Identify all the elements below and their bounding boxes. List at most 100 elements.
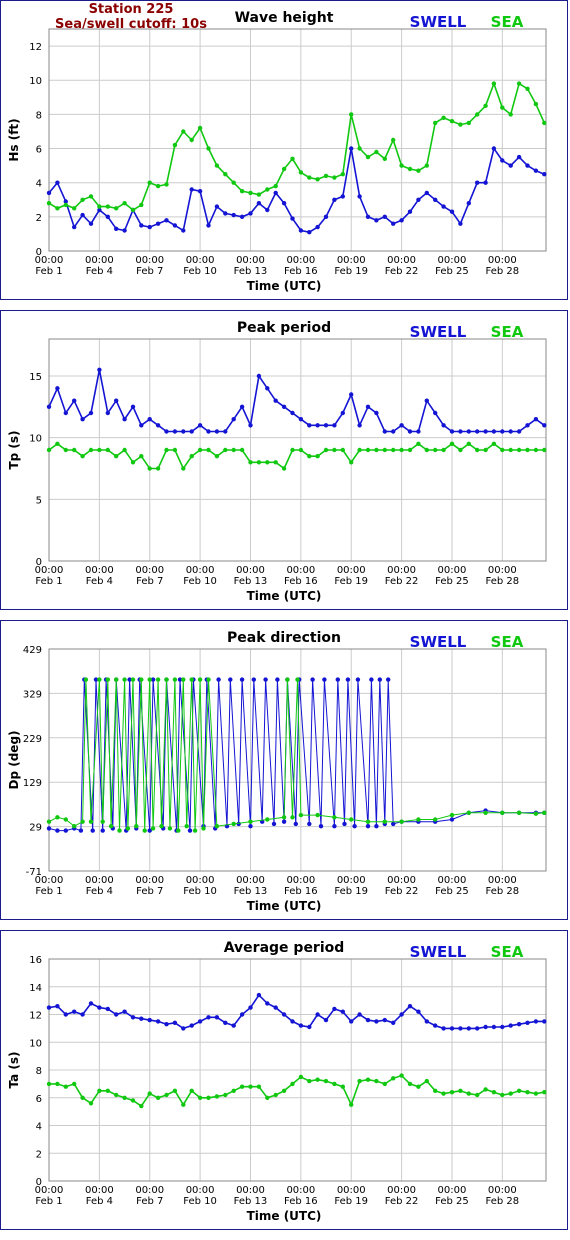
data-point-sea xyxy=(223,447,228,453)
data-point-sea xyxy=(491,1090,497,1095)
data-point-sea xyxy=(105,447,111,453)
data-point-swell xyxy=(449,209,455,214)
data-point-sea xyxy=(525,1090,530,1095)
data-point-swell xyxy=(433,410,438,416)
data-point-swell xyxy=(105,1006,111,1012)
data-point-sea xyxy=(433,447,438,453)
data-point-swell xyxy=(349,146,354,151)
data-point-swell xyxy=(281,819,287,824)
data-point-swell xyxy=(256,201,262,206)
data-point-sea xyxy=(206,677,211,682)
data-point-swell xyxy=(231,212,236,218)
x-tick-time: 00:00 xyxy=(438,255,467,266)
data-point-sea xyxy=(290,1081,295,1087)
data-point-sea xyxy=(63,202,68,208)
x-tick-date: Feb 25 xyxy=(435,1196,469,1207)
data-point-swell xyxy=(458,221,463,226)
data-point-sea xyxy=(147,677,152,682)
data-point-sea xyxy=(46,1081,52,1087)
data-point-swell xyxy=(214,204,220,209)
y-axis-label: Hs (ft) xyxy=(7,118,21,161)
data-point-swell xyxy=(147,417,152,422)
data-point-swell xyxy=(100,828,105,833)
data-point-sea xyxy=(298,1074,304,1080)
data-point-sea xyxy=(256,192,262,197)
data-point-swell xyxy=(382,214,387,219)
x-tick-time: 00:00 xyxy=(85,255,114,266)
data-point-sea xyxy=(458,1088,463,1093)
data-point-swell xyxy=(298,228,304,233)
data-point-sea xyxy=(80,819,85,824)
data-point-swell xyxy=(122,1009,127,1014)
data-point-swell xyxy=(441,423,446,428)
x-tick-date: Feb 4 xyxy=(86,576,113,587)
data-point-swell xyxy=(407,429,413,434)
peak-period-chart: 05101500:00Feb 100:00Feb 400:00Feb 700:0… xyxy=(7,320,547,603)
data-point-sea xyxy=(533,811,539,816)
data-point-sea xyxy=(281,815,287,820)
data-point-swell xyxy=(105,410,111,416)
data-point-swell xyxy=(349,392,354,397)
y-tick-label: 229 xyxy=(23,734,42,745)
data-point-swell xyxy=(323,1017,329,1023)
data-point-swell xyxy=(483,180,488,185)
data-point-sea xyxy=(273,183,278,189)
data-point-swell xyxy=(365,1017,371,1023)
data-point-sea xyxy=(189,137,194,143)
data-point-sea xyxy=(458,447,463,453)
data-point-swell xyxy=(323,423,329,428)
data-point-swell xyxy=(248,423,253,428)
data-point-swell xyxy=(214,429,220,434)
data-point-swell xyxy=(491,429,497,434)
x-tick-date: Feb 25 xyxy=(435,576,469,587)
data-point-sea xyxy=(130,677,136,682)
data-point-swell xyxy=(433,197,438,202)
data-point-swell xyxy=(256,373,262,379)
data-point-sea xyxy=(130,1098,136,1103)
data-point-swell xyxy=(72,1009,77,1014)
average-period-chart: 024681012141600:00Feb 100:00Feb 400:00Fe… xyxy=(7,940,547,1223)
data-point-sea xyxy=(72,447,77,453)
data-point-swell xyxy=(449,429,455,434)
chart-title: Wave height xyxy=(235,10,334,26)
data-point-swell xyxy=(172,223,178,228)
data-point-swell xyxy=(491,1024,497,1030)
data-point-sea xyxy=(349,1102,354,1107)
data-point-sea xyxy=(441,1091,446,1096)
x-tick-time: 00:00 xyxy=(135,565,164,576)
data-point-swell xyxy=(164,218,169,223)
data-point-swell xyxy=(416,429,421,434)
data-point-swell xyxy=(206,1015,211,1020)
x-tick-date: Feb 16 xyxy=(284,1196,318,1207)
chart-title: Peak period xyxy=(237,320,331,336)
y-tick-label: 29 xyxy=(29,823,42,834)
data-point-swell xyxy=(349,1019,354,1024)
chart-panel-wave-height: Station 225 Sea/swell cutoff: 10s 024681… xyxy=(0,0,568,300)
data-point-sea xyxy=(172,142,178,148)
data-point-swell xyxy=(130,404,136,409)
data-point-sea xyxy=(315,177,320,182)
data-point-swell xyxy=(318,824,324,829)
data-point-sea xyxy=(72,1081,77,1087)
x-tick-date: Feb 19 xyxy=(334,266,368,277)
data-point-swell xyxy=(46,1005,52,1010)
data-point-swell xyxy=(500,429,505,434)
data-point-swell xyxy=(483,1024,488,1030)
data-point-swell xyxy=(525,423,530,428)
data-point-sea xyxy=(508,447,513,453)
data-point-sea xyxy=(374,447,379,453)
data-point-sea xyxy=(298,812,304,818)
x-tick-time: 00:00 xyxy=(85,1185,114,1196)
data-point-sea xyxy=(407,1081,413,1087)
y-tick-label: 2 xyxy=(36,213,42,224)
x-tick-time: 00:00 xyxy=(236,565,265,576)
y-tick-label: 12 xyxy=(29,1011,42,1022)
data-point-sea xyxy=(365,1077,371,1082)
data-point-swell xyxy=(374,824,379,829)
data-point-sea xyxy=(184,824,189,829)
data-point-swell xyxy=(72,224,77,230)
data-point-sea xyxy=(265,817,270,822)
data-point-swell xyxy=(46,404,52,409)
x-tick-time: 00:00 xyxy=(135,255,164,266)
data-point-sea xyxy=(167,826,173,831)
